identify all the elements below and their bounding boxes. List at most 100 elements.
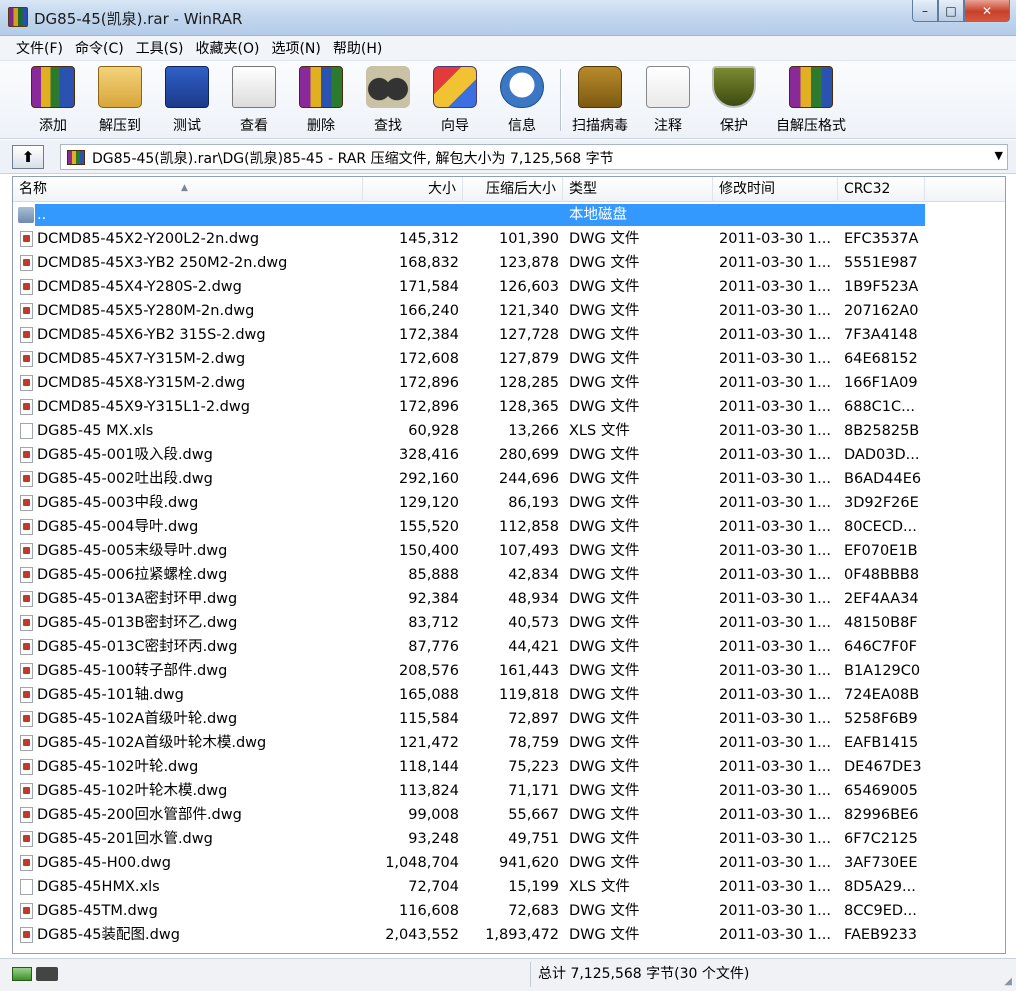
add-button[interactable]: 添加 [20, 63, 86, 135]
column-size[interactable]: 大小 [363, 177, 463, 202]
maximize-button[interactable]: □ [938, 0, 964, 22]
menu-tools[interactable]: 工具(S) [130, 38, 190, 58]
info-icon [500, 66, 544, 108]
table-row[interactable]: DCMD85-45X7-Y315M-2.dwg 172,608 127,879 DWG… [13, 347, 1005, 371]
row-name: DG85-45-013C密封环丙.dwg [37, 639, 238, 655]
sfx-button[interactable]: 自解压格式 [776, 63, 846, 135]
table-row[interactable]: DG85-45-005末级导叶.dwg 150,400 107,493 DWG 文件 2… [13, 539, 1005, 563]
row-type: DWG 文件 [569, 783, 640, 799]
dwg-file-icon [20, 615, 33, 631]
row-modified: 2011-03-30 1... [719, 423, 831, 439]
find-button[interactable]: 查找 [355, 63, 421, 135]
table-row[interactable]: DG85-45 MX.xls 60,928 13,266 XLS 文件 2011-03-… [13, 419, 1005, 443]
table-row[interactable]: DCMD85-45X8-Y315M-2.dwg 172,896 128,285 DWG… [13, 371, 1005, 395]
table-row[interactable]: DCMD85-45X2-Y200L2-2n.dwg 145,312 101,390 D… [13, 227, 1005, 251]
table-row[interactable]: DG85-45-200回水管部件.dwg 99,008 55,667 DWG 文件 20… [13, 803, 1005, 827]
resize-grip-icon[interactable]: ◢ [1004, 976, 1012, 987]
wizard-button[interactable]: 向导 [422, 63, 488, 135]
comment-button[interactable]: 注释 [635, 63, 701, 135]
key-icon[interactable] [36, 967, 58, 981]
dwg-file-icon [20, 831, 33, 847]
table-row[interactable]: DG85-45-013C密封环丙.dwg 87,776 44,421 DWG 文件 20… [13, 635, 1005, 659]
row-type: DWG 文件 [569, 903, 640, 919]
table-row[interactable]: DG85-45-013A密封环甲.dwg 92,384 48,934 DWG 文件 20… [13, 587, 1005, 611]
row-crc: 0F48BBB8 [844, 567, 920, 583]
table-row[interactable]: DG85-45-102A首级叶轮木模.dwg 121,472 78,759 DWG 文… [13, 731, 1005, 755]
row-type: DWG 文件 [569, 303, 640, 319]
row-crc: EFC3537A [844, 231, 919, 247]
table-row[interactable]: DG85-45-004导叶.dwg 155,520 112,858 DWG 文件 201… [13, 515, 1005, 539]
menu-favorites[interactable]: 收藏夹(O) [190, 38, 266, 58]
table-row[interactable]: DG85-45-002吐出段.dwg 292,160 244,696 DWG 文件 20… [13, 467, 1005, 491]
close-button[interactable]: ✕ [964, 0, 1010, 22]
virus-scan-button[interactable]: 扫描病毒 [567, 63, 633, 135]
dwg-file-icon [20, 399, 33, 415]
extract-to-button[interactable]: 解压到 [87, 63, 153, 135]
table-row[interactable]: DCMD85-45X9-Y315L1-2.dwg 172,896 128,365 DW… [13, 395, 1005, 419]
row-packed: 126,603 [499, 279, 559, 295]
row-type: DWG 文件 [569, 471, 640, 487]
row-type: DWG 文件 [569, 927, 640, 943]
table-row[interactable]: DG85-45TM.dwg 116,608 72,683 DWG 文件 2011-03-… [13, 899, 1005, 923]
test-button[interactable]: 测试 [154, 63, 220, 135]
table-row[interactable]: DG85-45-003中段.dwg 129,120 86,193 DWG 文件 2011… [13, 491, 1005, 515]
menu-commands[interactable]: 命令(C) [69, 38, 130, 58]
row-crc: 82996BE6 [844, 807, 919, 823]
view-button[interactable]: 查看 [221, 63, 287, 135]
row-crc: 3D92F26E [844, 495, 919, 511]
table-row[interactable]: DG85-45-102A首级叶轮.dwg 115,584 72,897 DWG 文件 2… [13, 707, 1005, 731]
table-row[interactable]: DG85-45-013B密封环乙.dwg 83,712 40,573 DWG 文件 20… [13, 611, 1005, 635]
row-name: DG85-45-201回水管.dwg [37, 831, 213, 847]
table-row[interactable]: DG85-45-102叶轮.dwg 118,144 75,223 DWG 文件 2011… [13, 755, 1005, 779]
sfx-icon [789, 66, 833, 108]
column-packed[interactable]: 压缩后大小 [463, 177, 563, 202]
table-row[interactable]: DCMD85-45X5-Y280M-2n.dwg 166,240 121,340 DW… [13, 299, 1005, 323]
wizard-label: 向导 [441, 118, 469, 134]
virus-scan-icon [578, 66, 622, 108]
column-type[interactable]: 类型 [563, 177, 713, 202]
table-row[interactable]: DG85-45装配图.dwg 2,043,552 1,893,472 DWG 文件 20… [13, 923, 1005, 947]
row-packed: 72,683 [508, 903, 559, 919]
info-button[interactable]: 信息 [489, 63, 555, 135]
parent-folder-row[interactable]: .. 本地磁盘 [13, 203, 1005, 227]
row-name: .. [37, 207, 47, 223]
minimize-button[interactable]: – [912, 0, 938, 22]
table-row[interactable]: DG85-45-101轴.dwg 165,088 119,818 DWG 文件 2011… [13, 683, 1005, 707]
table-row[interactable]: DG85-45-102叶轮木模.dwg 113,824 71,171 DWG 文件 20… [13, 779, 1005, 803]
menu-options[interactable]: 选项(N) [265, 38, 326, 58]
table-row[interactable]: DCMD85-45X4-Y280S-2.dwg 171,584 126,603 DWG… [13, 275, 1005, 299]
sfx-label: 自解压格式 [776, 118, 846, 134]
column-name[interactable]: 名称 ▲ [13, 177, 363, 202]
protect-button[interactable]: 保护 [701, 63, 767, 135]
row-modified: 2011-03-30 1... [719, 447, 831, 463]
row-crc: 7F3A4148 [844, 327, 918, 343]
row-packed: 15,199 [508, 879, 559, 895]
menu-file[interactable]: 文件(F) [10, 38, 69, 58]
row-packed: 119,818 [499, 687, 559, 703]
row-type: DWG 文件 [569, 351, 640, 367]
up-folder-button[interactable]: ⬆ [12, 145, 44, 169]
table-row[interactable]: DG85-45-001吸入段.dwg 328,416 280,699 DWG 文件 20… [13, 443, 1005, 467]
table-row[interactable]: DCMD85-45X6-YB2 315S-2.dwg 172,384 127,728… [13, 323, 1005, 347]
row-crc: 3AF730EE [844, 855, 918, 871]
dwg-file-icon [20, 759, 33, 775]
table-row[interactable]: DG85-45HMX.xls 72,704 15,199 XLS 文件 2011-03-… [13, 875, 1005, 899]
delete-button[interactable]: 删除 [288, 63, 354, 135]
table-row[interactable]: DG85-45-100转子部件.dwg 208,576 161,443 DWG 文件 2… [13, 659, 1005, 683]
drive-icon[interactable] [12, 967, 32, 981]
address-field[interactable]: DG85-45(凯泉).rar\DG(凯泉)85-45 - RAR 压缩文件, … [60, 144, 1008, 170]
chevron-down-icon[interactable]: ▼ [995, 149, 1003, 162]
row-name: DG85-45-005末级导叶.dwg [37, 543, 228, 559]
table-row[interactable]: DG85-45-201回水管.dwg 93,248 49,751 DWG 文件 2011… [13, 827, 1005, 851]
table-row[interactable]: DCMD85-45X3-YB2 250M2-2n.dwg 168,832 123,8… [13, 251, 1005, 275]
winrar-app-icon[interactable] [8, 7, 28, 27]
table-row[interactable]: DG85-45-006拉紧螺栓.dwg 85,888 42,834 DWG 文件 201… [13, 563, 1005, 587]
row-type: DWG 文件 [569, 519, 640, 535]
table-row[interactable]: DG85-45-H00.dwg 1,048,704 941,620 DWG 文件 201… [13, 851, 1005, 875]
row-crc: 6F7C2125 [844, 831, 918, 847]
dwg-file-icon [20, 351, 33, 367]
column-modified[interactable]: 修改时间 [713, 177, 838, 202]
dwg-file-icon [20, 447, 33, 463]
column-crc[interactable]: CRC32 [838, 177, 925, 202]
menu-help[interactable]: 帮助(H) [327, 38, 388, 58]
